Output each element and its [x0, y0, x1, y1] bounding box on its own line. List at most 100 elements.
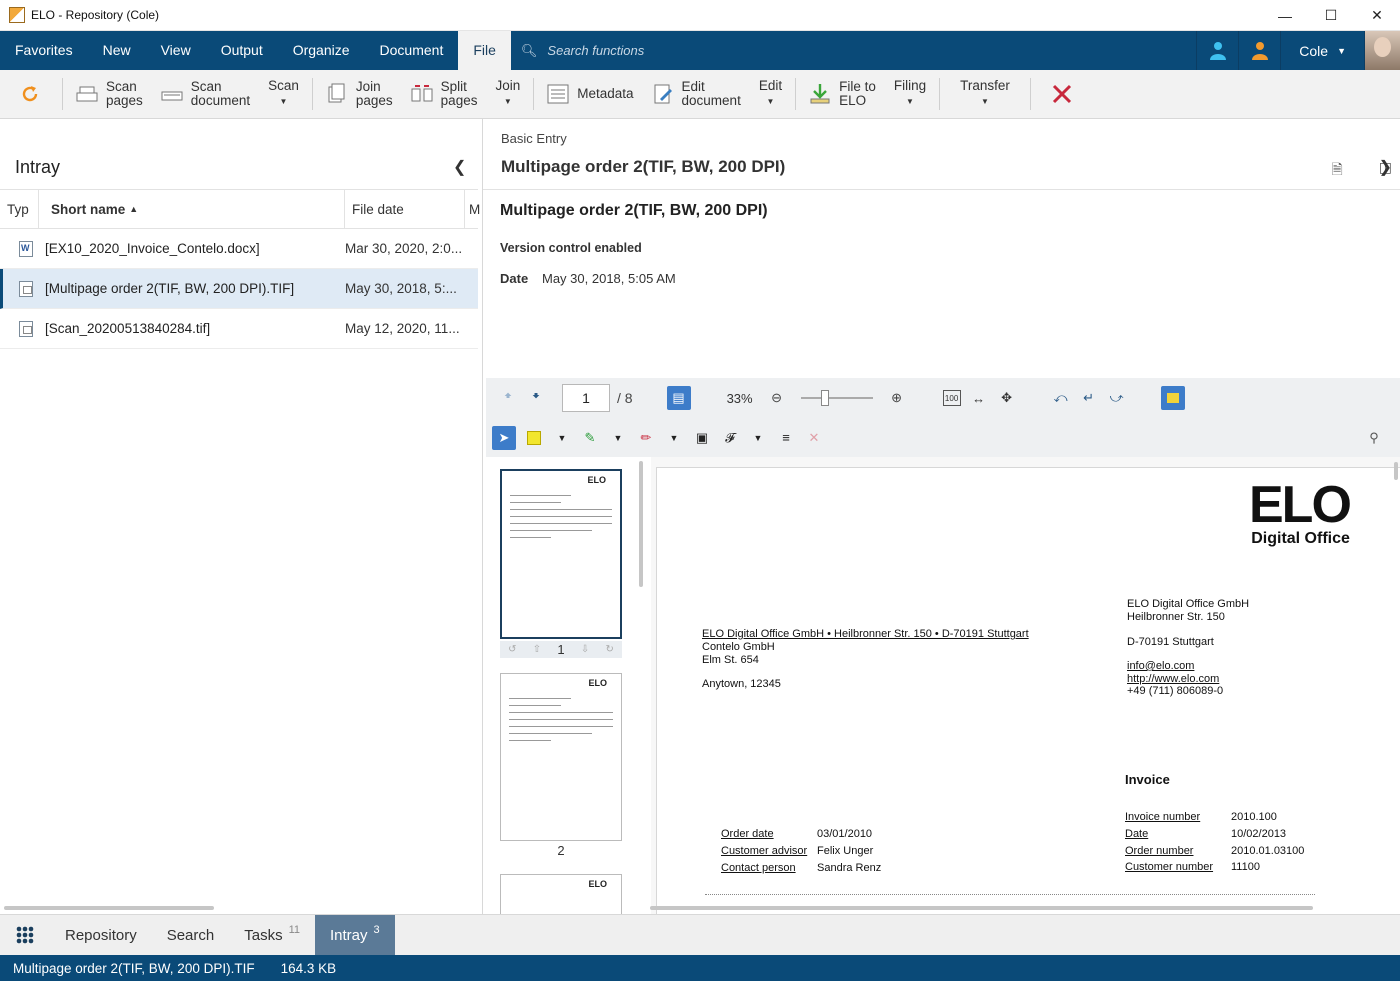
- page-thumbnail-2[interactable]: ELO: [500, 673, 622, 841]
- insert-page-icon[interactable]: ↵: [1079, 388, 1099, 408]
- move-down-icon[interactable]: ⇩: [581, 644, 589, 655]
- dropdown-arrow-icon[interactable]: ▼: [552, 428, 572, 448]
- avatar[interactable]: [1364, 31, 1400, 70]
- annotation-toggle-icon[interactable]: [1160, 386, 1185, 410]
- column-type[interactable]: Typ: [0, 189, 39, 229]
- tab-repository[interactable]: Repository: [50, 915, 152, 956]
- rotate-left-icon[interactable]: ↺: [508, 644, 516, 655]
- horizontal-scrollbar[interactable]: [4, 906, 214, 910]
- thumbnail-strip: ELO ↺ ⇧ 1 ⇩ ↻ ELO 2 ELO: [486, 457, 651, 914]
- highlighter-icon[interactable]: ✎: [580, 428, 600, 448]
- table-row[interactable]: [EX10_2020_Invoice_Contelo.docx] Mar 30,…: [0, 229, 478, 269]
- delete-button[interactable]: [1035, 70, 1082, 119]
- menu-view[interactable]: View: [146, 31, 206, 70]
- join-dropdown[interactable]: Join ▼: [486, 70, 529, 119]
- scan-document-button[interactable]: Scan document: [152, 70, 259, 119]
- filing-dropdown[interactable]: Filing ▼: [885, 70, 935, 119]
- thumbnail-scrollbar[interactable]: [639, 461, 643, 587]
- page-thumbnail-3[interactable]: ELO: [500, 874, 622, 914]
- thumbnail-view-icon[interactable]: ▤: [666, 386, 691, 410]
- chevron-left-icon[interactable]: ❮: [453, 157, 466, 177]
- document-info-icon[interactable]: 🗎︎: [1332, 159, 1343, 183]
- maximize-button[interactable]: ☐: [1308, 0, 1354, 31]
- tab-search[interactable]: Search: [152, 915, 230, 956]
- split-pages-button[interactable]: Split pages: [402, 70, 487, 119]
- marker-icon[interactable]: ✏: [636, 428, 656, 448]
- row-file-name: [Multipage order 2(TIF, BW, 200 DPI).TIF…: [45, 281, 295, 296]
- table-row[interactable]: [Multipage order 2(TIF, BW, 200 DPI).TIF…: [0, 269, 478, 309]
- rotate-right-icon[interactable]: ⤻: [1107, 388, 1127, 408]
- document-preview[interactable]: ELO Digital Office ELO Digital Office Gm…: [651, 457, 1400, 914]
- minimize-button[interactable]: —: [1262, 0, 1308, 31]
- arrow-down-icon[interactable]: 🠻: [526, 388, 546, 408]
- table-row[interactable]: [Scan_20200513840284.tif] May 12, 2020, …: [0, 309, 478, 349]
- menu-favorites[interactable]: Favorites: [0, 31, 88, 70]
- tab-label: Repository: [65, 926, 137, 944]
- edit-dropdown[interactable]: Edit ▼: [750, 70, 791, 119]
- invoice-fields: Invoice number 2010.100 Date 10/02/2013 Or…: [1125, 811, 1305, 874]
- preview-vertical-scrollbar[interactable]: [1394, 462, 1398, 480]
- search-functions-input[interactable]: 🔍︎ Search functions: [521, 43, 644, 59]
- search-icon[interactable]: ⚲: [1364, 428, 1384, 448]
- select-pointer-icon[interactable]: ➤: [492, 425, 516, 450]
- redact-icon[interactable]: ▣: [692, 428, 712, 448]
- metadata-button[interactable]: Metadata: [538, 70, 642, 119]
- menu-organize[interactable]: Organize: [278, 31, 365, 70]
- status-filename: Multipage order 2(TIF, BW, 200 DPI).TIF: [13, 960, 255, 976]
- dropdown-arrow-icon[interactable]: ▼: [748, 428, 768, 448]
- status-file-size: 164.3 KB: [280, 960, 337, 976]
- user-menu[interactable]: Cole ▼: [1280, 31, 1364, 70]
- tab-intray[interactable]: Intray 3: [315, 914, 395, 956]
- file-to-elo-button[interactable]: File to ELO: [800, 70, 885, 119]
- image-file-icon: [19, 320, 33, 337]
- row-file-date: May 30, 2018, 5:...: [345, 281, 457, 296]
- menu-document[interactable]: Document: [365, 31, 459, 70]
- tab-tasks[interactable]: Tasks 11: [229, 915, 315, 956]
- page-number-input[interactable]: 1: [562, 384, 610, 412]
- actual-size-icon[interactable]: 100: [942, 390, 961, 406]
- page-thumbnail-1[interactable]: ELO: [500, 469, 622, 639]
- thumbnail-logo: ELO: [588, 879, 607, 889]
- column-file-date[interactable]: File date: [345, 189, 465, 229]
- scan-pages-button[interactable]: Scan pages: [67, 70, 152, 119]
- edit-document-button[interactable]: Edit document: [643, 70, 750, 119]
- preview-horizontal-scrollbar[interactable]: [650, 906, 1313, 910]
- rotate-left-icon[interactable]: ⤺: [1051, 388, 1071, 408]
- transfer-dropdown[interactable]: Transfer ▼: [944, 70, 1026, 119]
- sort-ascending-icon: ▲: [129, 204, 139, 214]
- scan-dropdown[interactable]: Scan ▼: [259, 70, 308, 119]
- refresh-button[interactable]: [0, 70, 58, 119]
- edit-document-label: Edit document: [681, 79, 741, 108]
- move-up-icon[interactable]: ⇧: [533, 644, 541, 655]
- column-extra[interactable]: M: [465, 189, 480, 229]
- delete-annotation-icon[interactable]: ✕: [804, 428, 824, 448]
- zoom-out-icon[interactable]: ⊖: [767, 388, 787, 408]
- dropdown-arrow-icon[interactable]: ▼: [608, 428, 628, 448]
- menu-file[interactable]: File: [458, 31, 511, 70]
- column-short-name[interactable]: Short name ▲: [39, 189, 345, 229]
- arrow-up-icon[interactable]: 🠹: [498, 388, 518, 408]
- dropdown-arrow-icon[interactable]: ▼: [664, 428, 684, 448]
- apps-grid-icon[interactable]: [0, 915, 50, 956]
- row-file-name: [Scan_20200513840284.tif]: [45, 321, 211, 336]
- close-button[interactable]: ✕: [1354, 0, 1400, 31]
- fit-page-icon[interactable]: ✥: [997, 388, 1017, 408]
- zoom-slider[interactable]: [800, 390, 873, 406]
- text-stamp-icon[interactable]: 𝓕: [720, 428, 740, 448]
- user-orange-icon[interactable]: [1238, 31, 1280, 70]
- menu-output[interactable]: Output: [206, 31, 278, 70]
- menu-new[interactable]: New: [88, 31, 146, 70]
- metadata-label: Metadata: [577, 86, 634, 101]
- more-tools-icon[interactable]: ≡: [776, 428, 796, 448]
- close-icon: [1052, 84, 1071, 104]
- join-pages-button[interactable]: Join pages: [317, 70, 402, 119]
- fit-width-icon[interactable]: ↔: [969, 388, 989, 408]
- rotate-right-icon[interactable]: ↻: [605, 644, 613, 655]
- thumbnail-page-number: 2: [557, 843, 565, 858]
- sender-contact: info@elo.com http://www.elo.com +49 (711…: [1127, 660, 1224, 698]
- chevron-right-icon[interactable]: ❯: [1379, 157, 1392, 177]
- zoom-in-icon[interactable]: ⊕: [887, 388, 907, 408]
- sticky-note-icon[interactable]: [524, 428, 544, 448]
- user-blue-icon[interactable]: [1196, 31, 1238, 70]
- date-label: Date: [500, 271, 529, 286]
